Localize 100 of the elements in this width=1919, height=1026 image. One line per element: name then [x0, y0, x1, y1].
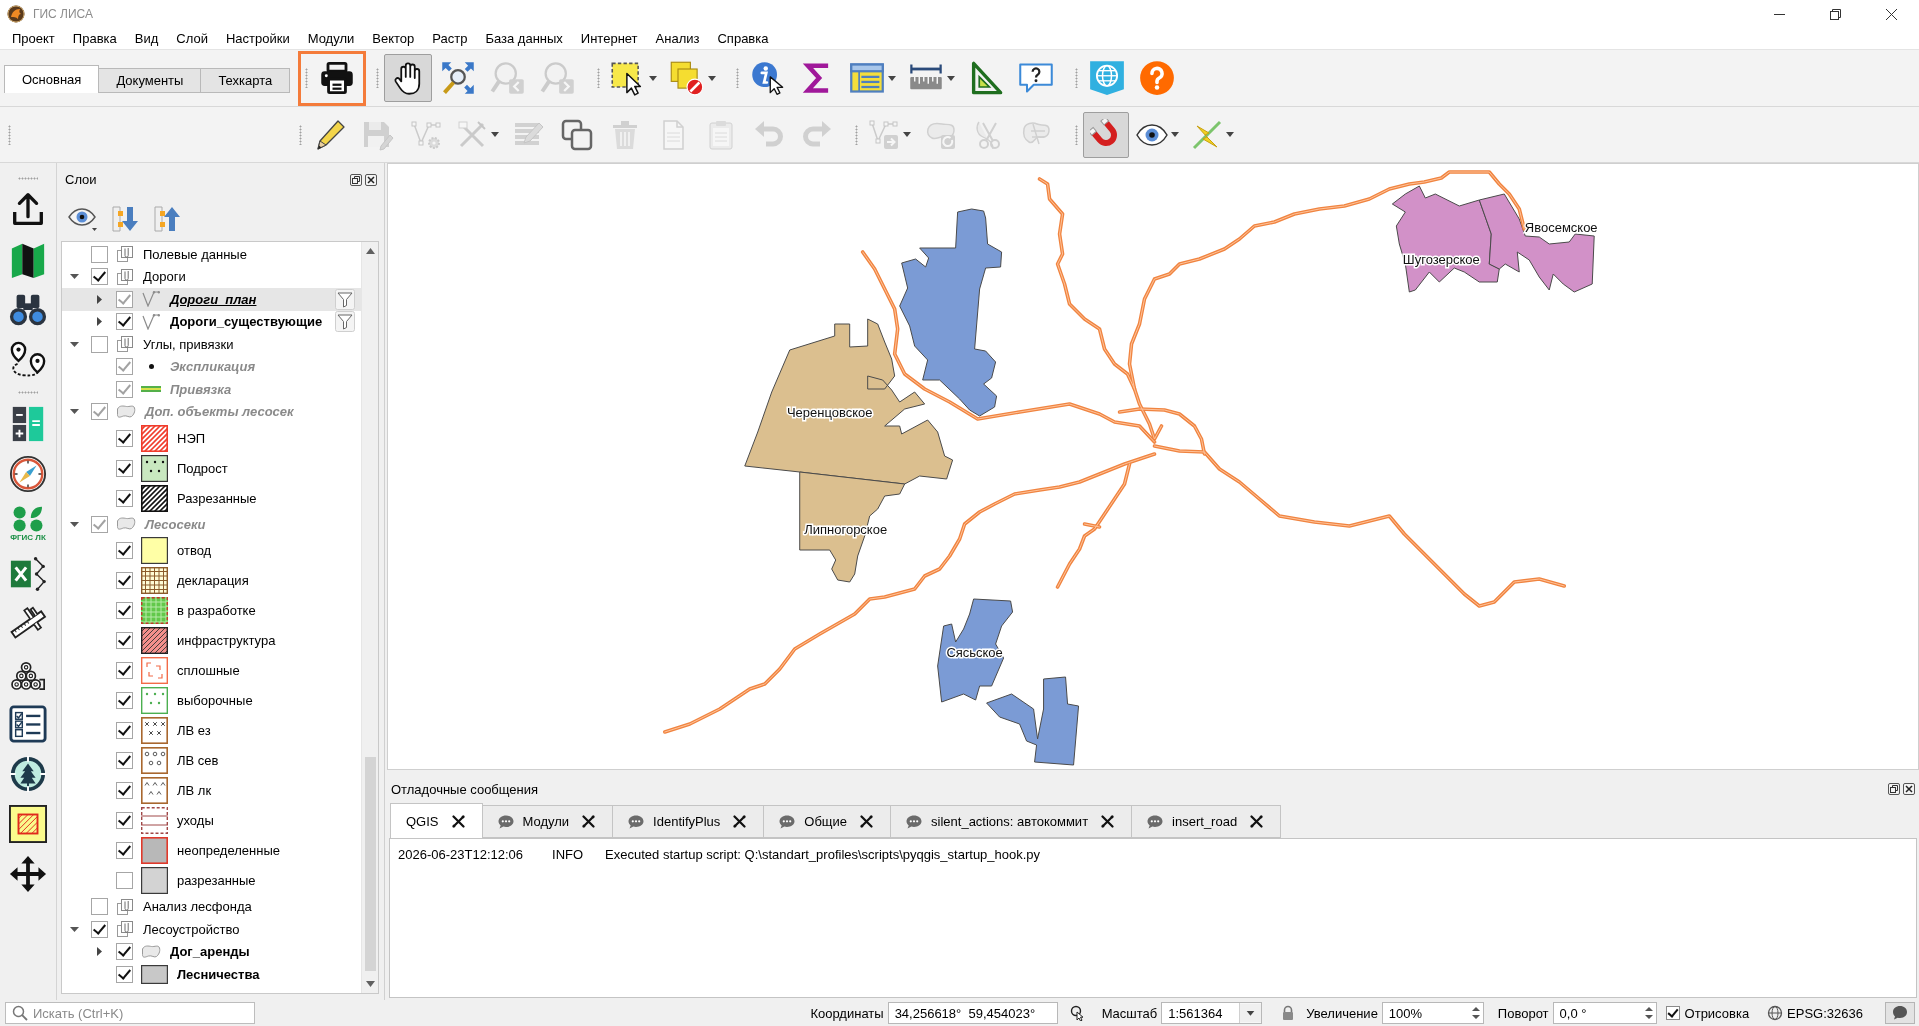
close-icon[interactable] — [1903, 783, 1915, 795]
layer-checkbox[interactable] — [116, 429, 133, 447]
toolbar-grip[interactable] — [376, 68, 380, 88]
toolbar-grip[interactable] — [8, 124, 11, 145]
rotation-spinbox[interactable]: 0,0 ° — [1552, 1002, 1657, 1024]
filter-icon[interactable] — [335, 288, 355, 310]
layer-checkbox[interactable] — [116, 358, 133, 376]
coordinates-field[interactable]: 34,256618° 59,454023° — [887, 1002, 1058, 1024]
layer-checkbox[interactable] — [116, 812, 133, 829]
log-tab[interactable]: insert_road — [1131, 805, 1282, 838]
layer-row[interactable]: Полевые данные — [62, 243, 361, 266]
filter-icon[interactable] — [335, 311, 355, 333]
layer-row[interactable]: Подрост — [62, 453, 361, 483]
toolbar-tab[interactable]: Техкарта — [200, 67, 291, 93]
layer-row[interactable]: ЛВ ез — [62, 715, 361, 746]
layer-checkbox[interactable] — [116, 572, 133, 589]
snapping-button[interactable] — [1083, 111, 1129, 158]
layer-row[interactable]: Анализ лесфонда — [62, 895, 361, 918]
layer-checkbox[interactable] — [91, 898, 108, 916]
close-icon[interactable] — [582, 815, 596, 828]
menu-item[interactable]: Настройки — [216, 28, 299, 49]
magnifier-spinbox[interactable]: 100% — [1381, 1002, 1484, 1024]
toolbar-grip[interactable] — [597, 68, 601, 88]
tree-up-arrow-icon[interactable] — [152, 204, 182, 233]
layer-row[interactable]: ЛВ сев — [62, 745, 361, 776]
layer-checkbox[interactable] — [91, 920, 108, 938]
layer-checkbox[interactable] — [91, 268, 108, 286]
menu-item[interactable]: Модули — [298, 28, 364, 49]
layer-row[interactable]: инфраструктура — [62, 625, 361, 656]
layer-checkbox[interactable] — [116, 722, 133, 739]
layer-row[interactable]: отвод — [62, 535, 361, 566]
layer-row[interactable]: Разрезанные — [62, 483, 361, 513]
tree-down-arrow-icon[interactable] — [110, 204, 140, 233]
layer-checkbox[interactable] — [116, 602, 133, 619]
menu-item[interactable]: Правка — [63, 28, 126, 49]
toolbar-grip[interactable] — [18, 177, 38, 180]
layer-checkbox[interactable] — [116, 662, 133, 679]
menu-item[interactable]: Вид — [125, 28, 168, 49]
scroll-up-icon[interactable] — [365, 248, 375, 254]
layer-checkbox[interactable] — [91, 515, 108, 533]
render-checkbox[interactable]: Отрисовка — [1665, 1005, 1750, 1021]
layer-row[interactable]: Лесничества — [62, 963, 361, 986]
float-icon[interactable] — [1888, 783, 1900, 795]
layer-row[interactable]: в разработке — [62, 595, 361, 626]
toolbar-tab[interactable]: Документы — [98, 67, 202, 93]
crs-button[interactable]: EPSG:32636 — [1765, 1002, 1865, 1024]
layer-checkbox[interactable] — [116, 489, 133, 507]
pointer-icon[interactable] — [1069, 1005, 1086, 1021]
layer-row[interactable]: Углы, привязки — [62, 333, 361, 356]
disclosure-triangle-icon[interactable] — [94, 947, 104, 957]
layer-row[interactable]: Лесоустройство — [62, 918, 361, 941]
layer-row[interactable]: ЛВ лк — [62, 775, 361, 806]
close-icon[interactable] — [1101, 815, 1115, 828]
log-tab[interactable]: QGIS — [390, 803, 483, 838]
toolbar-grip[interactable] — [1075, 68, 1079, 88]
layer-checkbox[interactable] — [116, 782, 133, 799]
layer-row[interactable]: НЭП — [62, 423, 361, 453]
disclosure-triangle-icon[interactable] — [94, 317, 104, 327]
toolbar-grip[interactable] — [736, 68, 740, 88]
menu-item[interactable]: Слой — [167, 28, 217, 49]
float-icon[interactable] — [350, 173, 362, 186]
toolbar-grip[interactable] — [18, 391, 38, 394]
close-icon[interactable] — [733, 815, 747, 828]
scroll-thumb[interactable] — [364, 757, 376, 971]
layer-checkbox[interactable] — [91, 403, 108, 421]
search-field[interactable]: Искать (Ctrl+K) — [5, 1002, 255, 1024]
layer-row[interactable]: Дог_аренды — [62, 940, 361, 963]
disclosure-triangle-icon[interactable] — [69, 272, 79, 282]
menu-item[interactable]: Интернет — [571, 28, 647, 49]
menu-item[interactable]: Анализ — [646, 28, 709, 49]
log-tab[interactable]: Модули — [481, 805, 614, 838]
layer-checkbox[interactable] — [116, 542, 133, 559]
toolbar-grip[interactable] — [855, 124, 858, 145]
messages-button[interactable] — [1885, 1002, 1915, 1024]
vertical-scrollbar[interactable] — [361, 242, 378, 993]
close-icon[interactable] — [451, 814, 465, 828]
scroll-down-icon[interactable] — [365, 981, 375, 987]
layer-row[interactable]: выборочные — [62, 685, 361, 716]
close-icon[interactable] — [860, 815, 874, 828]
layer-checkbox[interactable] — [116, 459, 133, 477]
layer-row[interactable]: Дороги — [62, 265, 361, 288]
log-tab[interactable]: IdentifyPlus — [612, 805, 765, 838]
scale-combo[interactable]: 1:561364 — [1161, 1002, 1263, 1024]
dropdown-arrow-icon[interactable] — [1239, 1003, 1262, 1023]
disclosure-triangle-icon[interactable] — [69, 339, 79, 349]
layer-checkbox[interactable] — [116, 943, 133, 961]
logo-button[interactable]: ФГИС ЛК — [5, 501, 51, 547]
layer-row[interactable]: разрезанные — [62, 865, 361, 896]
layer-row[interactable]: Дороги_существующие — [62, 310, 361, 333]
layer-checkbox[interactable] — [116, 290, 133, 308]
pan-button[interactable] — [384, 54, 433, 102]
layer-checkbox[interactable] — [116, 380, 133, 398]
layer-checkbox[interactable] — [91, 245, 108, 263]
close-icon[interactable] — [365, 173, 377, 186]
layer-checkbox[interactable] — [116, 872, 133, 889]
disclosure-triangle-icon[interactable] — [94, 294, 104, 304]
menu-item[interactable]: Вектор — [363, 28, 424, 49]
menu-item[interactable]: База данных — [476, 28, 572, 49]
log-tab[interactable]: Общие — [763, 805, 892, 838]
menu-item[interactable]: Проект — [3, 28, 64, 49]
